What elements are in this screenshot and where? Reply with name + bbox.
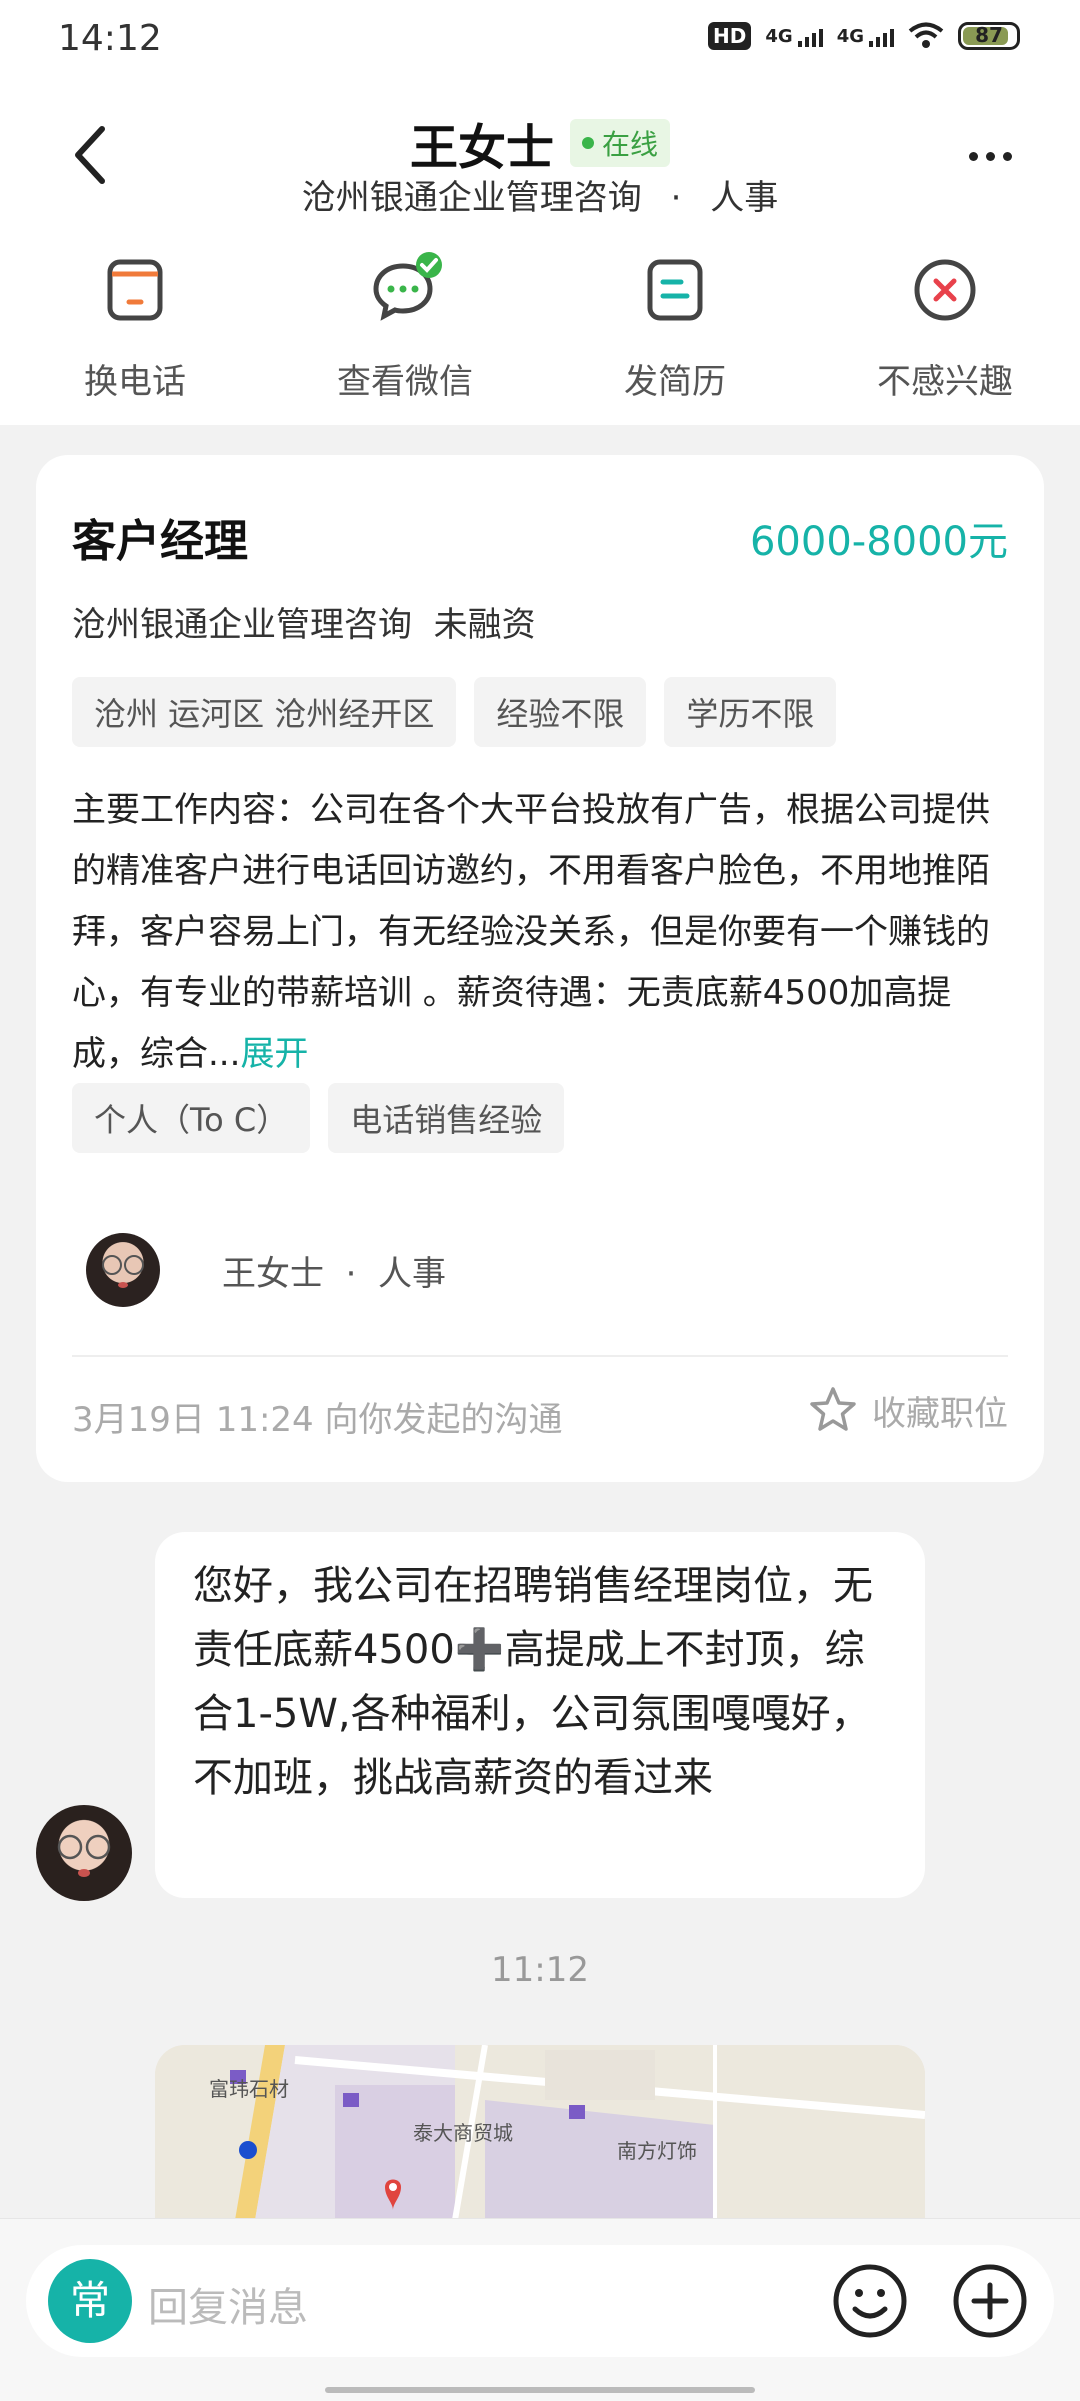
- tag-skill-phone-sales: 电话销售经验: [328, 1083, 565, 1153]
- hd-icon: HD: [708, 22, 752, 50]
- job-description: 主要工作内容：公司在各个大平台投放有广告，根据公司提供的精准客户进行电话回访邀约…: [72, 780, 1012, 1085]
- skill-tags: 个人（To C） 电话销售经验: [72, 1083, 565, 1153]
- action-view-wechat[interactable]: 查看微信: [305, 252, 505, 403]
- map-image: [155, 2045, 925, 2220]
- online-badge: 在线: [570, 119, 671, 167]
- action-change-phone-label: 换电话: [84, 362, 186, 402]
- contact-role: 人事: [710, 178, 779, 218]
- action-view-wechat-label: 查看微信: [337, 362, 473, 402]
- more-options-icon[interactable]: [969, 152, 1012, 161]
- network-type-1: 4G: [765, 25, 793, 47]
- recruiter-name: 王女士 · 人事: [222, 1253, 447, 1294]
- quick-actions: 换电话 查看微信 发简历 不感兴趣: [0, 252, 1080, 408]
- not-interested-icon: [914, 259, 976, 321]
- message-bubble[interactable]: 您好，我公司在招聘销售经理岗位，无责任底薪4500➕高提成上不封顶，综合1-5W…: [155, 1532, 925, 1898]
- conversation-started-text: 3月19日 11:24 向你发起的沟通: [72, 1400, 563, 1440]
- subtitle-separator: ·: [670, 178, 682, 218]
- action-send-resume-label: 发简历: [624, 362, 726, 402]
- wechat-icon: [373, 252, 442, 321]
- tag-experience: 经验不限: [474, 677, 647, 747]
- quick-phrases-button[interactable]: 常: [48, 2259, 132, 2343]
- status-time: 14:12: [58, 18, 162, 59]
- contact-subtitle: 沧州银通企业管理咨询 · 人事: [0, 170, 1080, 219]
- signal-icon: 4G: [765, 25, 823, 47]
- expand-link[interactable]: 展开: [240, 1034, 308, 1074]
- add-attachment-icon[interactable]: [952, 2263, 1028, 2339]
- map-label-1: 富玮石材: [209, 2077, 289, 2101]
- home-indicator[interactable]: [325, 2387, 755, 2393]
- job-tags: 沧州 运河区 沧州经开区 经验不限 学历不限: [72, 677, 837, 747]
- contact-name: 王女士: [409, 120, 554, 176]
- message-text: 您好，我公司在招聘销售经理岗位，无责任底薪4500➕高提成上不封顶，综合1-5W…: [193, 1563, 873, 1801]
- emoji-icon[interactable]: [832, 2263, 908, 2339]
- map-label-2: 泰大商贸城: [413, 2121, 513, 2145]
- map-label-3: 南方灯饰: [617, 2139, 697, 2163]
- job-description-text: 主要工作内容：公司在各个大平台投放有广告，根据公司提供的精准客户进行电话回访邀约…: [72, 790, 990, 1074]
- wifi-icon: [908, 22, 944, 48]
- action-send-resume[interactable]: 发简历: [575, 258, 775, 403]
- favorite-job-label: 收藏职位: [872, 1393, 1008, 1434]
- online-dot-icon: [582, 137, 594, 149]
- job-salary: 6000-8000元: [749, 519, 1008, 565]
- input-bar: 常 回复消息: [0, 2218, 1080, 2401]
- status-bar: 14:12 HD 4G 4G 87: [0, 0, 1080, 80]
- location-map-message[interactable]: 富玮石材 泰大商贸城 南方灯饰: [155, 2045, 925, 2220]
- tag-education: 学历不限: [664, 677, 837, 747]
- reply-placeholder: 回复消息: [148, 2285, 308, 2331]
- online-label: 在线: [602, 128, 659, 161]
- job-card[interactable]: 客户经理 6000-8000元 沧州银通企业管理咨询 未融资 沧州 运河区 沧州…: [36, 455, 1044, 1482]
- action-not-interested-label: 不感兴趣: [877, 362, 1013, 402]
- chat-title: 王女士 在线: [0, 108, 1080, 178]
- recruiter-avatar: [86, 1233, 160, 1307]
- tag-skill-toc: 个人（To C）: [72, 1083, 311, 1153]
- resume-icon: [647, 259, 703, 321]
- tag-location: 沧州 运河区 沧州经开区: [72, 677, 457, 747]
- message-timestamp: 11:12: [491, 1950, 589, 1990]
- action-not-interested[interactable]: 不感兴趣: [845, 258, 1045, 403]
- job-title: 客户经理: [72, 516, 248, 567]
- favorite-job-button[interactable]: 收藏职位: [808, 1385, 1008, 1435]
- battery-level: 87: [975, 23, 1003, 47]
- job-company: 沧州银通企业管理咨询 未融资: [72, 605, 536, 645]
- status-icons: HD 4G 4G 87: [708, 22, 1020, 50]
- phone-swap-icon: [107, 259, 163, 321]
- network-type-2: 4G: [836, 25, 864, 47]
- card-divider: [72, 1355, 1008, 1357]
- contact-company: 沧州银通企业管理咨询: [301, 178, 642, 218]
- star-icon: [810, 1387, 856, 1431]
- reply-input[interactable]: 常 回复消息: [26, 2245, 1054, 2357]
- recruiter-row[interactable]: 王女士 · 人事: [86, 1233, 446, 1307]
- sender-avatar[interactable]: [36, 1805, 132, 1901]
- battery-icon: 87: [958, 22, 1020, 50]
- action-change-phone[interactable]: 换电话: [35, 258, 235, 403]
- signal-icon-2: 4G: [837, 26, 894, 47]
